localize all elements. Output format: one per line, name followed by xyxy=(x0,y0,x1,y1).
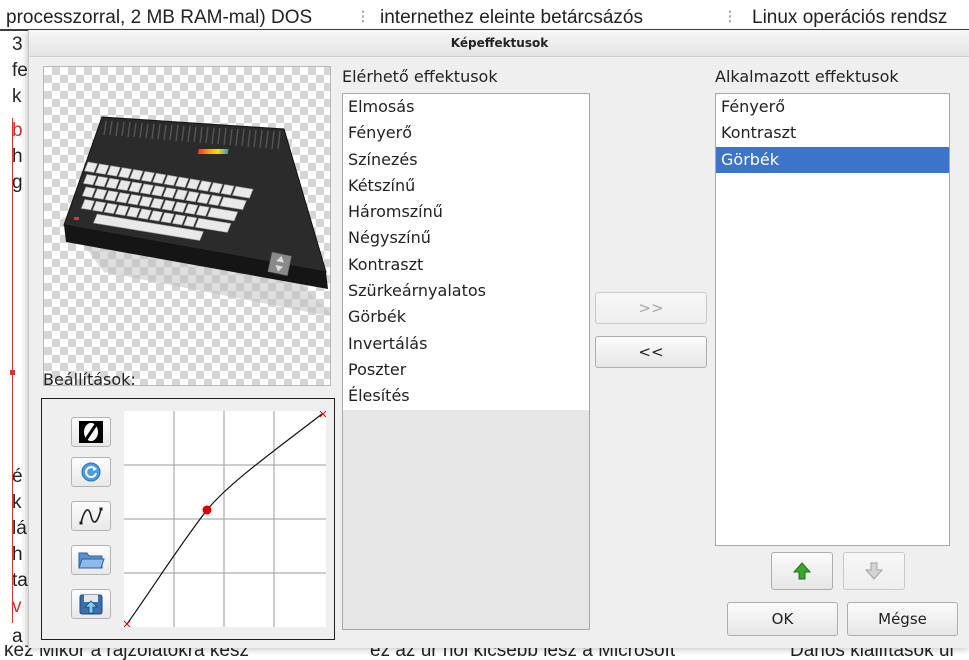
available-effect-item[interactable]: Kétszínű xyxy=(343,173,589,199)
invert-icon xyxy=(79,421,103,443)
curve-editor[interactable] xyxy=(123,410,327,628)
available-effects-rows: Elmosás Fényerő Színezés Kétszínű Háromszínű… xyxy=(343,94,589,410)
image-preview xyxy=(43,66,331,386)
document-text: g xyxy=(12,172,23,193)
document-red-marker xyxy=(10,370,15,375)
document-text: v xyxy=(12,596,22,617)
curve-graph[interactable] xyxy=(123,410,327,628)
curve-endpoint-high[interactable] xyxy=(319,410,327,418)
available-effect-item[interactable]: Poszter xyxy=(343,357,589,383)
document-text: fe xyxy=(12,60,28,81)
save-curve-button[interactable] xyxy=(71,589,111,619)
available-effect-item[interactable]: Görbék xyxy=(343,304,589,330)
applied-effects-list[interactable]: Fényerő Kontraszt Görbék xyxy=(715,93,950,546)
invert-curve-button[interactable] xyxy=(71,417,111,447)
available-effect-item[interactable]: Fényerő xyxy=(343,120,589,146)
document-text: b xyxy=(12,120,23,141)
document-text: h xyxy=(12,544,23,565)
settings-label: Beállítások: xyxy=(43,370,136,389)
applied-effect-item[interactable]: Görbék xyxy=(716,146,949,173)
document-text: k xyxy=(12,492,22,513)
document-top-line: processzorral, 2 MB RAM-mal) DOS ⁝ inter… xyxy=(0,0,969,30)
curve-control-point[interactable] xyxy=(202,505,212,515)
available-effects-list[interactable]: Elmosás Fényerő Színezés Kétszínű Háromszínű… xyxy=(342,93,590,630)
open-folder-icon xyxy=(78,552,105,569)
document-left-column: 3 fe k b h g é k lá h ta v a xyxy=(0,30,28,650)
available-effect-item[interactable]: Elmosás xyxy=(343,94,589,120)
document-text: internethez eleinte betárcsázós xyxy=(380,7,643,28)
document-text: 3 xyxy=(12,34,23,55)
available-effect-item[interactable]: Négyszínű xyxy=(343,225,589,251)
document-text: processzorral, 2 MB RAM-mal) DOS xyxy=(6,7,313,28)
move-down-button[interactable] xyxy=(843,552,905,590)
move-up-icon xyxy=(792,562,812,580)
save-icon xyxy=(79,594,103,615)
available-effects-label: Elérhető effektusok xyxy=(342,67,498,86)
curve-endpoint-low[interactable] xyxy=(123,620,131,628)
available-effect-item[interactable]: Szürkeárnyalatos xyxy=(343,278,589,304)
available-effect-item[interactable]: Invertálás xyxy=(343,331,589,357)
available-effect-item[interactable]: Élesítés xyxy=(343,383,589,409)
column-separator: ⁝ xyxy=(360,7,367,28)
add-effect-button[interactable]: >> xyxy=(595,292,707,324)
document-text: k xyxy=(12,86,22,107)
reset-curve-button[interactable] xyxy=(71,457,111,487)
ok-button[interactable]: OK xyxy=(727,602,838,636)
move-up-button[interactable] xyxy=(771,552,833,590)
remove-effect-button[interactable]: << xyxy=(595,336,707,368)
document-text: h xyxy=(12,146,23,167)
applied-effect-item[interactable]: Kontraszt xyxy=(716,120,949,146)
move-down-icon xyxy=(864,562,884,580)
document-text: é xyxy=(12,466,23,487)
reset-icon xyxy=(81,462,101,482)
available-effect-item[interactable]: Színezés xyxy=(343,147,589,173)
applied-effects-label: Alkalmazott effektusok xyxy=(715,67,899,86)
document-text: Linux operációs rendsz xyxy=(752,7,948,28)
applied-effects-rows: Fényerő Kontraszt Görbék xyxy=(716,94,949,173)
smooth-curve-icon xyxy=(79,507,103,525)
available-effect-item[interactable]: Kontraszt xyxy=(343,252,589,278)
document-text: lá xyxy=(12,518,27,539)
document-text: ta xyxy=(12,570,28,591)
curves-settings-panel xyxy=(41,398,335,640)
smooth-curve-button[interactable] xyxy=(71,501,111,531)
column-separator: ⁝ xyxy=(727,7,734,28)
open-curve-button[interactable] xyxy=(71,545,111,575)
dialog-title[interactable]: Képeffektusok xyxy=(29,30,969,57)
image-effects-dialog: Képeffektusok Elérhető effektusok Elmosá… xyxy=(28,30,969,648)
available-effect-item[interactable]: Háromszínű xyxy=(343,199,589,225)
cancel-button[interactable]: Mégse xyxy=(847,602,958,636)
computer-keyboard-image xyxy=(62,116,330,317)
applied-effect-item[interactable]: Fényerő xyxy=(716,94,949,120)
